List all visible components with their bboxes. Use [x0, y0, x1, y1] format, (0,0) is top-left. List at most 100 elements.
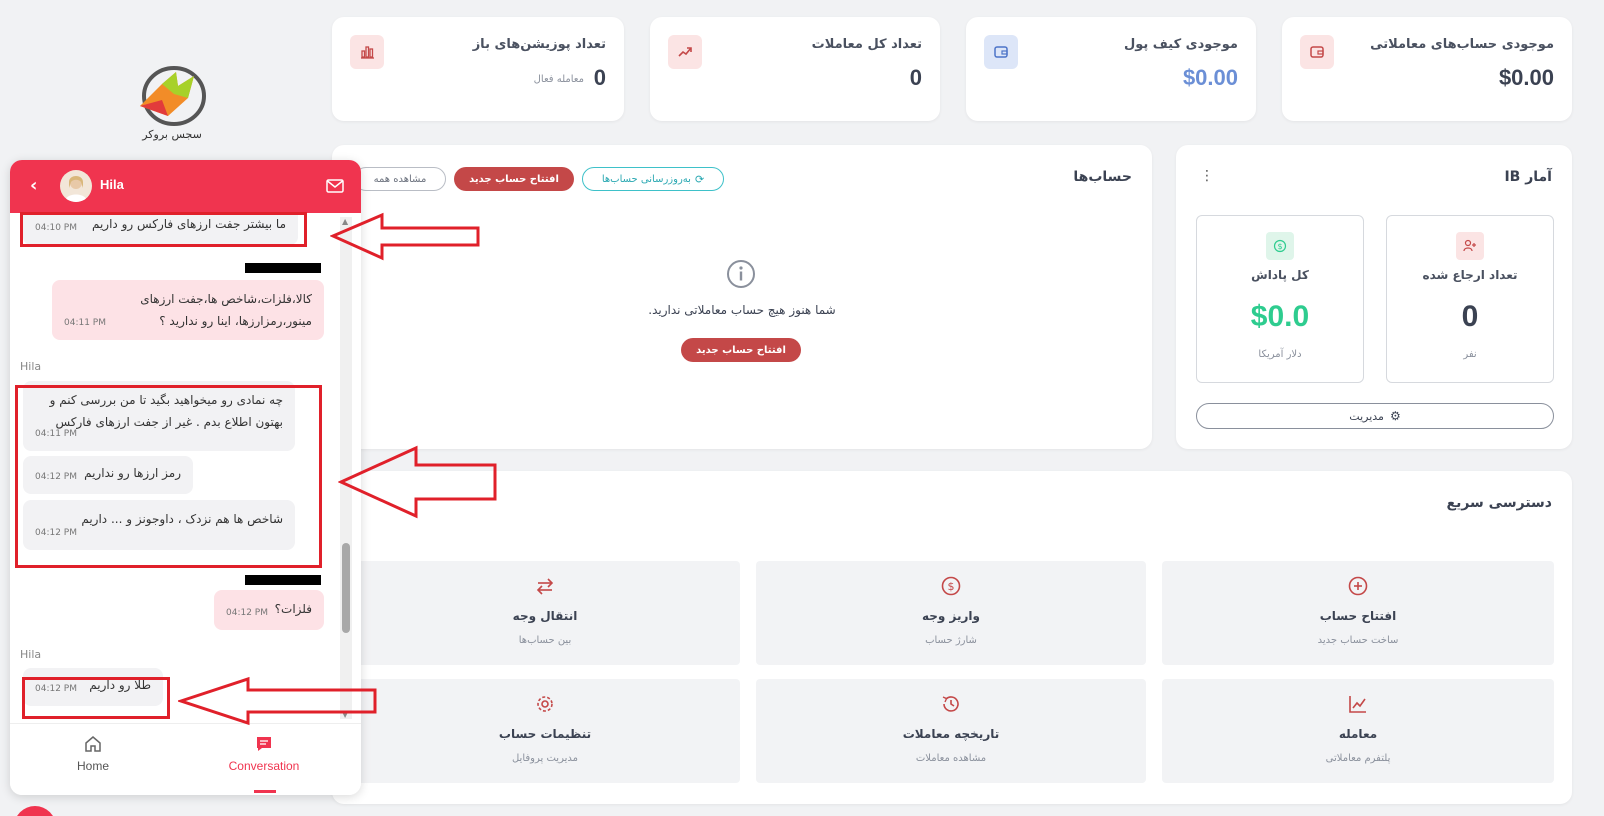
quick-title: معامله	[1338, 727, 1378, 741]
view-all-button[interactable]: مشاهده همه	[354, 167, 446, 191]
quick-trade[interactable]: معامله پلتفرم معاملاتی	[1162, 679, 1554, 783]
tab-conversation-label: Conversation	[228, 759, 300, 773]
annotation-box	[22, 677, 170, 719]
quick-sub: مشاهده معاملات	[915, 753, 987, 764]
empty-new-account-button[interactable]: افتتاح حساب جدید	[681, 338, 801, 362]
accounts-title: حساب‌ها	[1073, 169, 1132, 185]
wallet-icon	[1300, 35, 1334, 69]
quick-trade-history[interactable]: تاریخچه معاملات مشاهده معاملات	[756, 679, 1146, 783]
ib-reward-box: $ کل پاداش $0.0 دلار آمریکا	[1196, 215, 1364, 383]
quick-access-card: دسترسی سریع افتتاح حساب ساخت حساب جدید $…	[332, 471, 1572, 804]
stat-card-trading-balance: موجودی حساب‌های معاملاتی $0.00	[1282, 17, 1572, 121]
chat-message: فلزات؟ 04:12 PM	[214, 590, 324, 630]
line-chart-icon	[1349, 696, 1366, 713]
quick-access-title: دسترسی سریع	[1446, 495, 1552, 511]
stat-value: $0.00	[1498, 65, 1554, 90]
info-icon	[726, 259, 756, 289]
stat-value: $0.00	[1182, 65, 1238, 90]
agent-name: Hila	[100, 177, 124, 192]
redacted-sender	[245, 263, 321, 273]
stat-sub: معامله فعال	[533, 74, 584, 85]
quick-transfer[interactable]: انتقال وجه بین حساب‌ها	[350, 561, 740, 665]
quick-sub: ساخت حساب جدید	[1317, 635, 1399, 646]
wallet-icon	[984, 35, 1018, 69]
refresh-icon: ⟳	[694, 172, 705, 186]
quick-sub: مدیریت پروفایل	[511, 753, 578, 764]
stat-title: تعداد کل معاملات	[811, 37, 922, 52]
new-account-label: افتتاح حساب جدید	[469, 173, 559, 185]
quick-sub: بین حساب‌ها	[518, 635, 572, 646]
tab-conversation[interactable]: Conversation	[204, 734, 324, 793]
ib-referred-box: تعداد ارجاع شده 0 نفر	[1386, 215, 1554, 383]
stat-title: موجودی کیف پول	[1123, 37, 1238, 52]
annotation-arrow-icon	[338, 445, 497, 519]
message-text: کالا،فلزات،شاخص ها،جفت ارزهای مینور،رمزا…	[140, 292, 312, 328]
ib-reward-value: $0.0	[1250, 300, 1310, 333]
quick-deposit[interactable]: $ واریز وجه شارژ حساب	[756, 561, 1146, 665]
ib-reward-unit: دلار آمریکا	[1258, 349, 1302, 360]
empty-new-account-label: افتتاح حساب جدید	[696, 344, 786, 356]
quick-open-account[interactable]: افتتاح حساب ساخت حساب جدید	[1162, 561, 1554, 665]
chat-footer: Home Conversation	[10, 723, 361, 795]
avatar	[60, 170, 92, 202]
home-icon	[85, 736, 101, 752]
user-plus-icon	[1456, 232, 1484, 260]
quick-sub: پلتفرم معاملاتی	[1325, 753, 1391, 764]
message-sender: Hila	[20, 360, 42, 373]
empty-accounts-text: شما هنوز هیچ حساب معاملاتی ندارید.	[648, 303, 836, 317]
dollar-icon: $	[1266, 232, 1294, 260]
quick-sub: شارژ حساب	[925, 635, 977, 646]
new-account-button[interactable]: افتتاح حساب جدید	[454, 167, 574, 191]
quick-title: افتتاح حساب	[1319, 609, 1397, 623]
gear-icon: ⚙	[1389, 409, 1401, 423]
stat-card-open-positions: تعداد پوزیشن‌های باز 0 معامله فعال	[332, 17, 624, 121]
gear-icon	[537, 696, 553, 712]
quick-title: واریز وجه	[921, 609, 980, 623]
trending-up-icon	[668, 35, 702, 69]
quick-account-settings[interactable]: تنظیمات حساب مدیریت پروفایل	[350, 679, 740, 783]
fox-logo-icon	[140, 66, 206, 126]
more-options-icon[interactable]: ⋮	[1200, 169, 1214, 185]
stat-value: 0	[593, 65, 606, 90]
accounts-card: حساب‌ها ⟳ به‌روزرسانی حساب‌ها افتتاح حسا…	[332, 145, 1152, 449]
stat-title: تعداد پوزیشن‌های باز	[472, 37, 606, 52]
history-icon	[942, 696, 959, 712]
stat-card-wallet-balance: موجودی کیف پول $0.00	[966, 17, 1256, 121]
quick-title: تاریخچه معاملات	[902, 727, 1000, 741]
ib-title: آمار IB	[1504, 169, 1552, 185]
chevron-left-icon[interactable]: ‹	[30, 175, 37, 196]
redacted-sender	[245, 575, 321, 585]
chat-scrollbar-thumb[interactable]	[342, 543, 350, 633]
annotation-box	[15, 385, 322, 568]
annotation-box	[20, 212, 307, 247]
stat-value: 0	[909, 65, 922, 90]
chat-message: کالا،فلزات،شاخص ها،جفت ارزهای مینور،رمزا…	[52, 280, 324, 340]
ib-referred-value: 0	[1461, 300, 1479, 333]
message-sender: Hila	[20, 648, 42, 661]
ib-reward-label: کل پاداش	[1251, 268, 1309, 282]
active-tab-indicator	[254, 790, 276, 793]
plus-circle-icon	[1348, 576, 1368, 596]
ib-referred-label: تعداد ارجاع شده	[1422, 268, 1518, 282]
message-text: فلزات؟	[274, 602, 312, 616]
message-time: 04:12 PM	[226, 608, 268, 618]
view-all-label: مشاهده همه	[373, 173, 427, 185]
stat-card-total-trades: تعداد کل معاملات 0	[650, 17, 940, 121]
ib-manage-label: مدیریت	[1349, 409, 1384, 423]
svg-text:$: $	[948, 580, 955, 593]
brand-name: سجس بروکر	[142, 128, 202, 141]
ib-stats-card: آمار IB ⋮ تعداد ارجاع شده 0 نفر $ کل پاد…	[1176, 145, 1572, 449]
brand-logo: سجس بروکر	[132, 64, 212, 144]
ib-manage-button[interactable]: ⚙ مدیریت	[1196, 403, 1554, 429]
chat-bubble-icon	[257, 737, 271, 751]
refresh-accounts-button[interactable]: ⟳ به‌روزرسانی حساب‌ها	[582, 167, 724, 191]
chat-header: ‹ Hila	[10, 160, 361, 213]
svg-text:$: $	[1277, 242, 1282, 251]
annotation-arrow-icon	[330, 212, 480, 261]
tab-home[interactable]: Home	[33, 734, 153, 773]
transfer-arrows-icon	[536, 578, 554, 595]
mail-icon[interactable]	[326, 178, 344, 193]
tab-home-label: Home	[76, 759, 109, 773]
ib-referred-unit: نفر	[1463, 349, 1477, 360]
chat-launcher-button[interactable]	[14, 806, 56, 816]
